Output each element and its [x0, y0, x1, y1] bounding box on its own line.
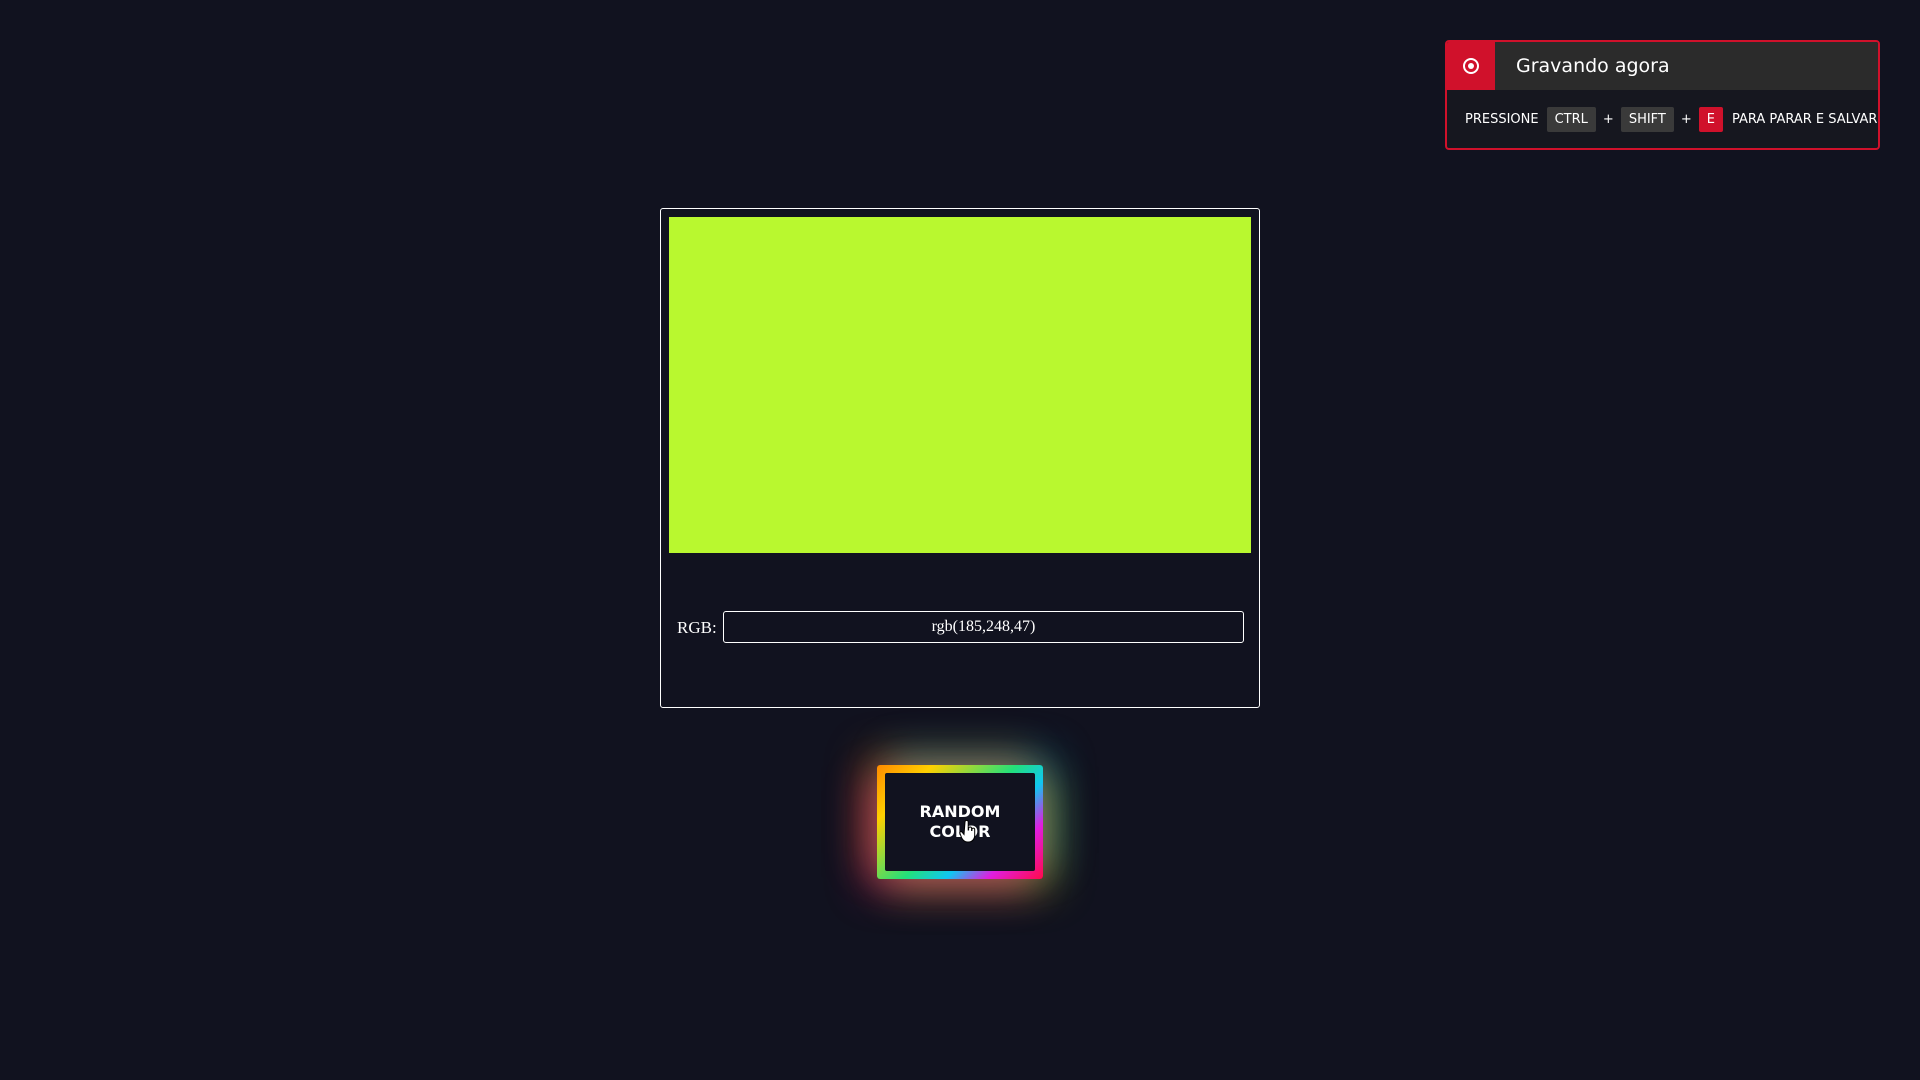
- button-label-line2: COLOR: [929, 822, 991, 841]
- key-shift: SHIFT: [1620, 106, 1674, 132]
- instruction-prefix: PRESSIONE: [1465, 111, 1539, 127]
- key-e: E: [1698, 106, 1723, 132]
- random-color-button[interactable]: RANDOM COLOR: [885, 773, 1035, 871]
- recording-header: Gravando agora: [1447, 42, 1878, 90]
- plus-separator: +: [1602, 111, 1614, 127]
- rgb-label: RGB:: [677, 618, 717, 637]
- random-color-button-frame: RANDOM COLOR: [877, 765, 1043, 879]
- recording-instructions: PRESSIONE CTRL + SHIFT + E PARA PARAR E …: [1447, 90, 1878, 148]
- color-swatch: [669, 217, 1251, 553]
- color-card: RGB:: [660, 208, 1260, 708]
- recording-title: Gravando agora: [1516, 55, 1670, 77]
- plus-separator: +: [1680, 111, 1692, 127]
- button-label-line1: RANDOM: [919, 802, 1001, 821]
- record-icon-box: [1447, 42, 1495, 90]
- recording-toast: Gravando agora PRESSIONE CTRL + SHIFT + …: [1445, 40, 1880, 150]
- instruction-suffix: PARA PARAR E SALVAR: [1732, 111, 1878, 127]
- rgb-value-field[interactable]: [723, 611, 1244, 643]
- key-ctrl: CTRL: [1546, 106, 1596, 132]
- record-icon: [1463, 58, 1479, 74]
